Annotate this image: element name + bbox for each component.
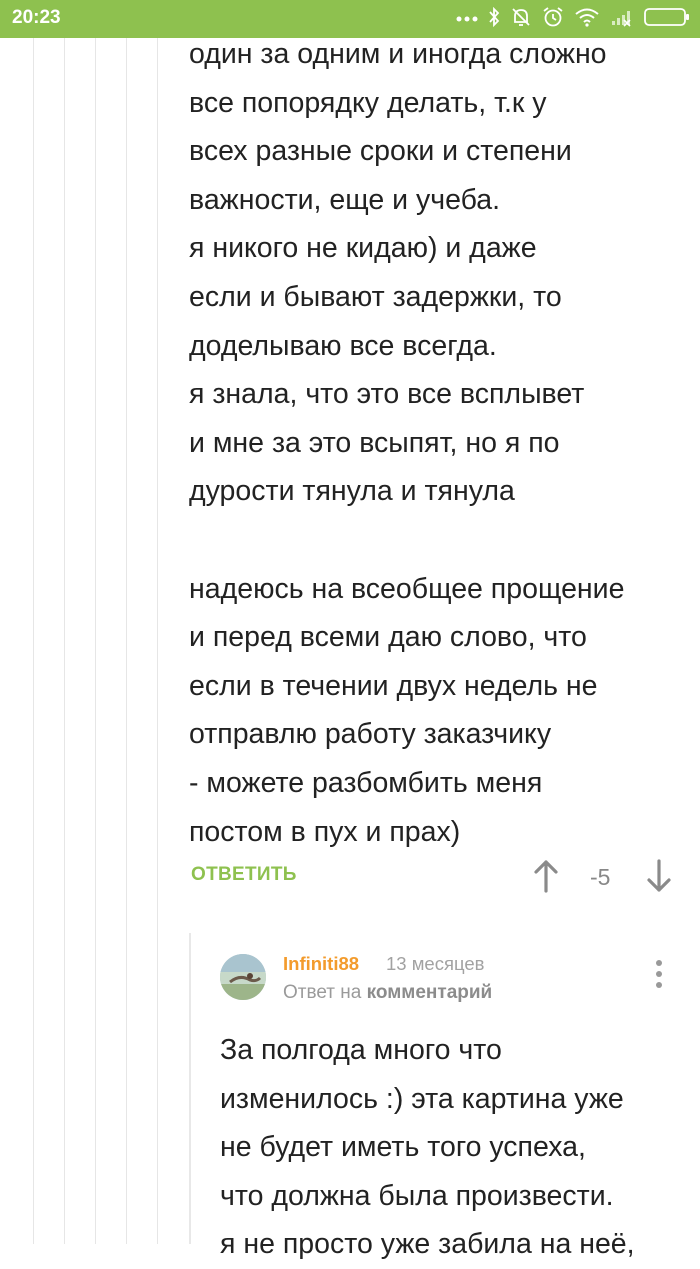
reply-to-prefix: Ответ на	[283, 982, 362, 1003]
thread-line	[95, 38, 96, 1244]
comment-line: надеюсь на всеобщее прощение	[189, 572, 625, 605]
battery-icon	[644, 7, 690, 32]
comment-line: постом в пух и прах)	[189, 815, 461, 848]
reply-to: Ответ на комментарий	[283, 982, 492, 1004]
bluetooth-icon	[488, 6, 500, 32]
reply-line: что должна была произвести.	[220, 1179, 614, 1212]
comment-line: отправлю работу заказчику	[189, 718, 552, 751]
comment-line: и мне за это всыпят, но я по	[189, 426, 560, 459]
thread-line	[126, 38, 127, 1244]
comment-score: -5	[590, 864, 611, 890]
reply-author[interactable]: Infiniti88	[283, 953, 359, 975]
upvote-arrow-icon[interactable]	[532, 858, 560, 894]
reply-line: не будет иметь того успеха,	[220, 1131, 586, 1164]
comment-line: и перед всеми даю слово, что	[189, 621, 587, 654]
status-time: 20:23	[12, 7, 61, 28]
reply-button[interactable]: ОТВЕТИТЬ	[191, 864, 297, 886]
comment-line: дурости тянула и тянула	[189, 475, 515, 508]
thread-line	[33, 38, 34, 1244]
reply-timestamp: 13 месяцев	[386, 953, 485, 974]
comment-line: все попорядку делать, т.к у	[189, 86, 547, 119]
signal-icon	[610, 7, 634, 32]
reply-line: я не просто уже забила на неё,	[220, 1228, 635, 1261]
comment-line: если и бывают задержки, то	[189, 280, 562, 313]
reply-line: изменилось :) эта картина уже	[220, 1082, 624, 1115]
comment-line-blank	[189, 516, 679, 565]
reply-thread-line	[189, 933, 191, 1244]
alarm-icon	[542, 6, 564, 33]
comment-line: важности, еще и учеба.	[189, 183, 501, 216]
comment-line: я никого не кидаю) и даже	[189, 232, 537, 265]
comment-line: я знала, что это все всплывет	[189, 378, 585, 411]
reply-body: За полгода много что изменилось :) эта к…	[220, 1026, 700, 1269]
comment-line: доделываю все всегда.	[189, 329, 497, 362]
downvote-arrow-icon[interactable]	[645, 858, 673, 894]
status-icons	[456, 6, 690, 32]
reply-to-comment-link[interactable]: комментарий	[367, 982, 493, 1003]
reply-line: За полгода много что	[220, 1034, 502, 1066]
more-options-icon[interactable]	[650, 960, 668, 996]
more-dots-icon	[456, 10, 478, 28]
comment-line: всех разные сроки и степени	[189, 135, 572, 168]
mute-bell-icon	[510, 6, 532, 33]
thread-line	[157, 38, 158, 1244]
avatar[interactable]	[220, 954, 266, 1000]
comment-body: один за одним и иногда сложно все попоря…	[189, 30, 679, 856]
thread-line	[64, 38, 65, 1244]
comment-line: - можете разбомбить меня	[189, 766, 543, 799]
comment-line: один за одним и иногда сложно	[189, 38, 607, 70]
wifi-icon	[574, 7, 600, 32]
comment-line: если в течении двух недель не	[189, 669, 598, 702]
